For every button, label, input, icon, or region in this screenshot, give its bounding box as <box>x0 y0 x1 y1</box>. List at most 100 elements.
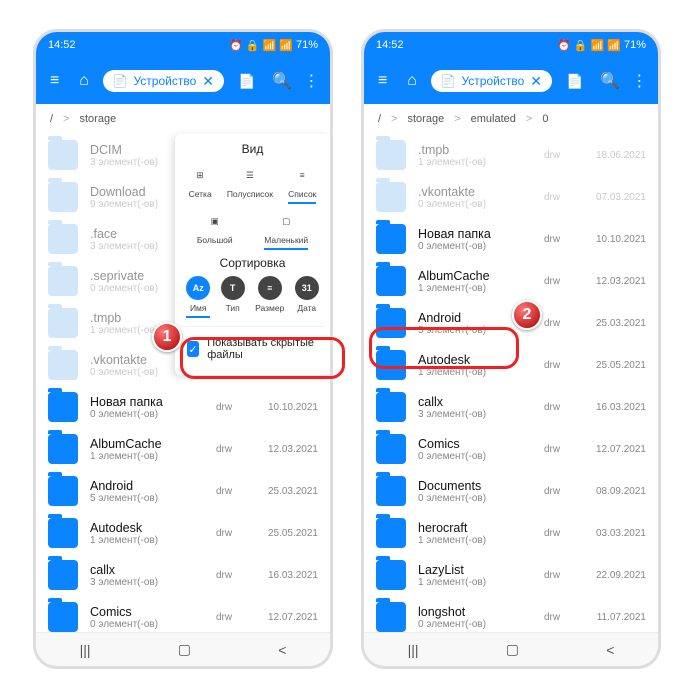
folder-icon <box>48 266 78 296</box>
file-list: .tmpb1 элемент(-ов)drw18.06.2021.vkontak… <box>364 134 658 669</box>
file-row[interactable]: AlbumCache1 элемент(-ов)drw12.03.2021 <box>364 260 658 302</box>
file-name: AlbumCache <box>418 269 544 283</box>
sort-option[interactable]: 31Дата <box>295 276 319 318</box>
menu-icon[interactable]: ≡ <box>372 69 393 93</box>
show-hidden-checkbox[interactable]: ✓ Показывать скрытые файлы <box>181 326 324 371</box>
file-row[interactable]: callx3 элемент(-ов)drw16.03.2021 <box>364 386 658 428</box>
sort-options: AzИмя TТип ≡Размер 31Дата <box>181 276 324 318</box>
file-name: Comics <box>90 605 216 619</box>
file-permissions: drw <box>544 402 584 413</box>
file-permissions: drw <box>544 360 584 371</box>
view-option[interactable]: ⊞Сетка <box>189 164 212 204</box>
file-subtitle: 0 элемент(-ов) <box>418 241 544 252</box>
file-row[interactable]: Autodesk1 элемент(-ов)drw25.05.2021 <box>36 512 330 554</box>
folder-icon <box>376 392 406 422</box>
file-permissions: drw <box>544 444 584 455</box>
file-date: 10.10.2021 <box>584 234 646 245</box>
breadcrumb-part[interactable]: storage <box>408 113 445 125</box>
file-name: LazyList <box>418 563 544 577</box>
file-name: Comics <box>418 437 544 451</box>
file-subtitle: 0 элемент(-ов) <box>418 493 544 504</box>
file-permissions: drw <box>544 192 584 203</box>
folder-icon <box>376 518 406 548</box>
folder-icon <box>376 602 406 632</box>
view-option[interactable]: ≡Список <box>288 164 316 204</box>
nav-recents-icon[interactable]: ||| <box>408 642 419 658</box>
file-subtitle: 0 элемент(-ов) <box>418 619 544 630</box>
file-row[interactable]: Новая папка0 элемент(-ов)drw10.10.2021 <box>364 218 658 260</box>
file-date: 25.03.2021 <box>256 486 318 497</box>
folder-icon <box>48 560 78 590</box>
phone-right: 14:52 ⏰ 🔒 📶 📶 71% ≡ ⌂ 📄 Устройство ✕ 📄 🔍… <box>361 29 661 669</box>
file-row[interactable]: herocraft1 элемент(-ов)drw03.03.2021 <box>364 512 658 554</box>
view-option-label: Список <box>288 189 316 199</box>
file-row[interactable]: Android5 элемент(-ов)drw25.03.2021 <box>364 302 658 344</box>
file-date: 11.07.2021 <box>584 612 646 623</box>
file-name: .vkontakte <box>418 185 544 199</box>
file-row[interactable]: Documents0 элемент(-ов)drw08.09.2021 <box>364 470 658 512</box>
phone-left: 14:52 ⏰ 🔒 📶 📶 71% ≡ ⌂ 📄 Устройство ✕ 📄 🔍… <box>33 29 333 669</box>
breadcrumb-part[interactable]: / <box>378 113 381 125</box>
folder-icon <box>376 224 406 254</box>
more-icon[interactable]: ⋮ <box>301 69 322 93</box>
file-row[interactable]: Comics0 элемент(-ов)drw12.07.2021 <box>364 428 658 470</box>
file-permissions: drw <box>216 612 256 623</box>
view-size-option[interactable]: ▣Большой <box>197 210 233 250</box>
file-row[interactable]: Autodesk1 элемент(-ов)drw25.05.2021 <box>364 344 658 386</box>
view-options: ⊞Сетка ☰Полусписок ≡Список <box>181 164 324 204</box>
new-tab-icon[interactable]: 📄 <box>566 73 583 90</box>
status-time: 14:52 <box>48 39 76 51</box>
close-icon[interactable]: ✕ <box>202 74 214 88</box>
sort-option-label: Имя <box>190 303 207 313</box>
folder-icon <box>48 140 78 170</box>
breadcrumb-part[interactable]: emulated <box>471 113 516 125</box>
file-row[interactable]: callx3 элемент(-ов)drw16.03.2021 <box>36 554 330 596</box>
file-row[interactable]: .tmpb1 элемент(-ов)drw18.06.2021 <box>364 134 658 176</box>
view-size-option-icon: ▢ <box>275 210 297 232</box>
file-row[interactable]: Android5 элемент(-ов)drw25.03.2021 <box>36 470 330 512</box>
status-icons: ⏰ 🔒 📶 📶 71% <box>229 39 318 52</box>
search-icon[interactable]: 🔍 <box>599 69 620 93</box>
file-row[interactable]: Новая папка0 элемент(-ов)drw10.10.2021 <box>36 386 330 428</box>
folder-icon <box>48 434 78 464</box>
breadcrumb-part[interactable]: 0 <box>542 113 548 125</box>
breadcrumb-part[interactable]: storage <box>80 113 117 125</box>
more-icon[interactable]: ⋮ <box>629 69 650 93</box>
folder-icon <box>48 350 78 380</box>
new-tab-icon[interactable]: 📄 <box>238 73 255 90</box>
file-subtitle: 0 элемент(-ов) <box>418 451 544 462</box>
nav-back-icon[interactable]: < <box>606 642 614 658</box>
view-size-option-icon: ▣ <box>204 210 226 232</box>
file-date: 12.03.2021 <box>584 276 646 287</box>
search-icon[interactable]: 🔍 <box>271 69 292 93</box>
tab-label: Устройство <box>133 74 196 88</box>
view-option[interactable]: ☰Полусписок <box>227 164 273 204</box>
app-bar: ≡ ⌂ 📄 Устройство ✕ 📄 🔍 ⋮ <box>36 58 330 104</box>
file-date: 08.09.2021 <box>584 486 646 497</box>
home-icon[interactable]: ⌂ <box>73 69 94 93</box>
file-row[interactable]: LazyList1 элемент(-ов)drw22.09.2021 <box>364 554 658 596</box>
close-icon[interactable]: ✕ <box>530 74 542 88</box>
nav-back-icon[interactable]: < <box>278 642 286 658</box>
app-bar: ≡ ⌂ 📄 Устройство ✕ 📄 🔍 ⋮ <box>364 58 658 104</box>
file-date: 10.10.2021 <box>256 402 318 413</box>
file-row[interactable]: .vkontakte0 элемент(-ов)drw07.03.2021 <box>364 176 658 218</box>
system-nav: ||| ▢ < <box>364 632 658 666</box>
file-row[interactable]: AlbumCache1 элемент(-ов)drw12.03.2021 <box>36 428 330 470</box>
sort-option[interactable]: TТип <box>221 276 245 318</box>
file-subtitle: 1 элемент(-ов) <box>418 157 544 168</box>
nav-home-icon[interactable]: ▢ <box>178 641 191 658</box>
sort-option[interactable]: ≡Размер <box>255 276 284 318</box>
tab-chip[interactable]: 📄 Устройство ✕ <box>431 70 552 92</box>
nav-recents-icon[interactable]: ||| <box>80 642 91 658</box>
nav-home-icon[interactable]: ▢ <box>506 641 519 658</box>
tab-chip[interactable]: 📄 Устройство ✕ <box>103 70 224 92</box>
status-bar: 14:52 ⏰ 🔒 📶 📶 71% <box>36 32 330 58</box>
file-permissions: drw <box>216 402 256 413</box>
home-icon[interactable]: ⌂ <box>401 69 422 93</box>
view-size-option[interactable]: ▢Маленький <box>264 210 308 250</box>
sort-option[interactable]: AzИмя <box>186 276 210 318</box>
file-name: Autodesk <box>90 521 216 535</box>
menu-icon[interactable]: ≡ <box>44 69 65 93</box>
breadcrumb-part[interactable]: / <box>50 113 53 125</box>
